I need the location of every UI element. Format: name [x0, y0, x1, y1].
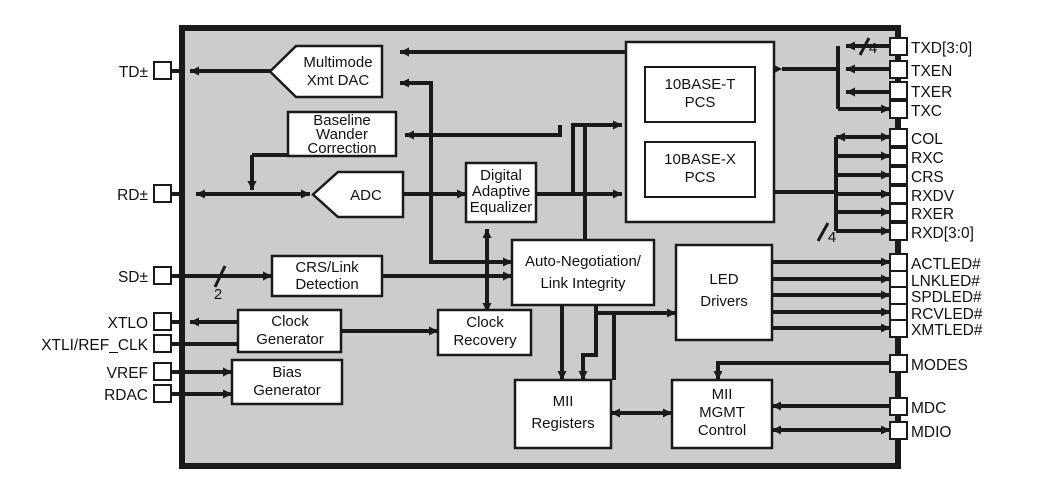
pin-box-spdled[interactable]	[889, 286, 908, 305]
pin-box-mdc[interactable]	[889, 397, 908, 416]
bus-width-rxd: 4	[828, 229, 836, 246]
block-label-mii-reg-1: MII	[553, 393, 574, 410]
block-label-clockgen-2: Generator	[256, 331, 324, 348]
pin-label-sd: SD±	[118, 269, 149, 286]
pin-box-rcvled[interactable]	[889, 303, 908, 322]
pin-box-txd[interactable]	[889, 37, 908, 56]
pin-label-spdled: SPDLED#	[911, 289, 982, 306]
phy-block-diagram: Multimode Xmt DAC Baseline Wander Correc…	[41, 25, 983, 469]
block-label-adc: ADC	[350, 187, 382, 204]
pin-label-txd: TXD[3:0]	[911, 40, 972, 57]
block-label-led-1: LED	[709, 271, 738, 288]
pin-box-col[interactable]	[889, 128, 908, 147]
block-label-led-2: Drivers	[700, 293, 748, 310]
pin-label-txen: TXEN	[911, 63, 952, 80]
pin-box-actled[interactable]	[889, 253, 908, 272]
pin-label-txc: TXC	[911, 103, 942, 120]
pin-box-crs[interactable]	[889, 166, 908, 185]
block-label-crs-1: CRS/Link	[295, 259, 359, 276]
block-label-autoneg-1: Auto-Negotiation/	[525, 253, 642, 270]
pin-label-mdc: MDC	[911, 400, 946, 417]
block-label-10base-x-2: PCS	[685, 169, 716, 186]
block-label-mii-reg-2: Registers	[531, 415, 594, 432]
block-label-10base-x-1: 10BASE-X	[664, 151, 736, 168]
pin-box-vref[interactable]	[153, 362, 172, 381]
pin-label-modes: MODES	[911, 357, 968, 374]
block-label-clockgen-1: Clock	[271, 313, 309, 330]
bus-width-sd: 2	[214, 286, 222, 303]
pin-box-txen[interactable]	[889, 60, 908, 79]
block-diagram-canvas: Multimode Xmt DAC Baseline Wander Correc…	[0, 0, 1058, 501]
pin-label-rxdv: RXDV	[911, 188, 955, 205]
pin-box-mdio[interactable]	[889, 421, 908, 440]
pin-box-rxd[interactable]	[889, 222, 908, 241]
pin-label-mdio: MDIO	[911, 424, 951, 441]
block-label-mii-mgmt-3: Control	[698, 422, 746, 439]
pin-label-lnkled: LNKLED#	[911, 273, 980, 290]
pin-label-crs: CRS	[911, 169, 944, 186]
block-auto-negotiation-link-integrity	[510, 238, 656, 307]
pin-box-rxdv[interactable]	[889, 185, 908, 204]
block-label-mii-mgmt-1: MII	[712, 386, 733, 403]
block-label-crs-2: Detection	[295, 276, 358, 293]
pin-label-rxc: RXC	[911, 150, 944, 167]
pin-label-rxd: RXD[3:0]	[911, 225, 974, 242]
pin-label-rdac: RDAC	[104, 387, 148, 404]
block-label-bias-1: Bias	[272, 364, 301, 381]
block-label-baseline-3: Correction	[307, 140, 376, 157]
pin-label-rd: RD±	[117, 187, 148, 204]
pin-box-xtlo[interactable]	[153, 312, 172, 331]
pin-label-xmtled: XMTLED#	[911, 322, 983, 339]
pin-label-xtlo: XTLO	[108, 315, 148, 332]
bus-width-txd: 4	[869, 40, 877, 57]
pin-label-td: TD±	[119, 64, 149, 81]
block-label-dae-1: Digital	[480, 167, 522, 184]
block-label-bias-2: Generator	[253, 382, 321, 399]
block-label-autoneg-2: Link Integrity	[540, 275, 626, 292]
pin-box-xmtled[interactable]	[889, 319, 908, 338]
block-label-10base-t-1: 10BASE-T	[665, 76, 736, 93]
pin-label-rcvled: RCVLED#	[911, 306, 983, 323]
pin-label-rxer: RXER	[911, 206, 954, 223]
pin-label-txer: TXER	[911, 84, 952, 101]
pin-label-vref: VREF	[107, 365, 148, 382]
pin-box-txer[interactable]	[889, 81, 908, 100]
block-label-multimode-xmt-dac-2: Xmt DAC	[307, 72, 370, 89]
pin-box-lnkled[interactable]	[889, 270, 908, 289]
block-mii-registers	[513, 378, 613, 450]
block-label-mii-mgmt-2: MGMT	[699, 404, 745, 421]
pin-label-xtli: XTLI/REF_CLK	[41, 337, 148, 354]
pin-box-modes[interactable]	[889, 354, 908, 373]
pin-box-txc[interactable]	[889, 100, 908, 119]
left-pins: TD± RD± SD± XTLO XTLI/REF_CLK VREF RDAC	[41, 61, 172, 404]
pin-box-td[interactable]	[153, 61, 172, 80]
pin-box-sd[interactable]	[153, 266, 172, 285]
block-label-dae-3: Equalizer	[470, 199, 533, 216]
pin-box-rxc[interactable]	[889, 147, 908, 166]
block-label-multimode-xmt-dac-1: Multimode	[303, 54, 372, 71]
block-label-clockrec-1: Clock	[466, 314, 504, 331]
pin-box-rdac[interactable]	[153, 384, 172, 403]
block-label-clockrec-2: Recovery	[453, 332, 517, 349]
pin-box-rxer[interactable]	[889, 203, 908, 222]
pin-box-rd[interactable]	[153, 184, 172, 203]
pin-label-actled: ACTLED#	[911, 256, 981, 273]
right-pins: TXD[3:0] TXEN TXER TXC COL RXC CRS RXDV …	[889, 37, 983, 441]
pin-box-xtli[interactable]	[153, 334, 172, 353]
pin-label-col: COL	[911, 131, 943, 148]
block-label-dae-2: Adaptive	[472, 183, 530, 200]
block-label-10base-t-2: PCS	[685, 94, 716, 111]
